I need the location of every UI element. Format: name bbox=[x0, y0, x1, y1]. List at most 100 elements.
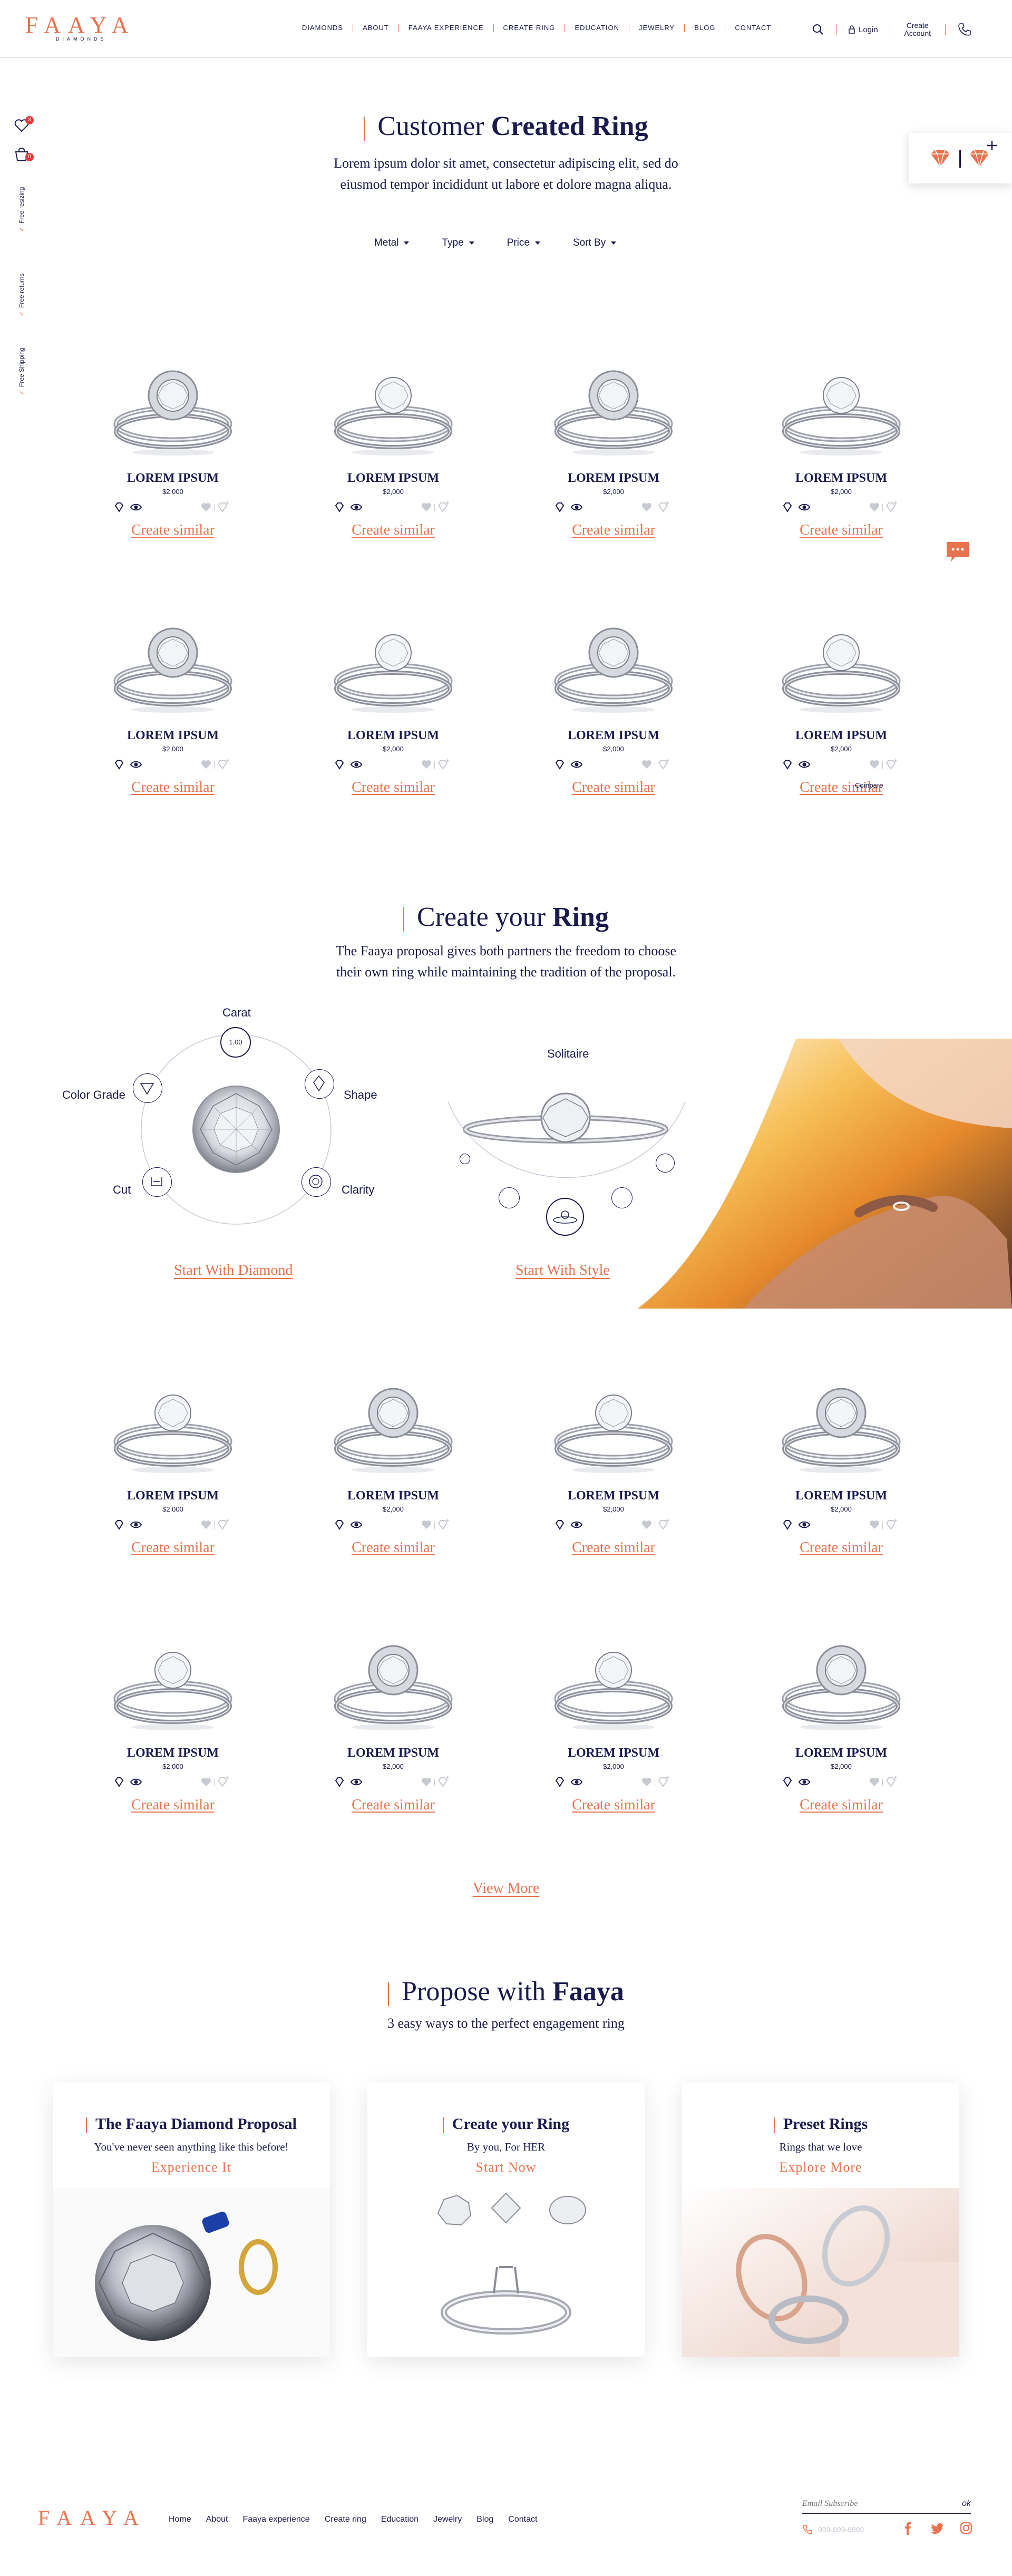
product-card[interactable]: LOREM IPSUM $2,000 Create similar bbox=[529, 612, 698, 822]
diamond-outline-icon[interactable] bbox=[782, 1519, 793, 1530]
eye-icon[interactable] bbox=[130, 759, 142, 770]
ring-image[interactable] bbox=[330, 1629, 456, 1735]
eye-icon[interactable] bbox=[130, 502, 142, 512]
eye-icon[interactable] bbox=[798, 1777, 811, 1787]
diamond-outline-icon[interactable] bbox=[334, 502, 345, 512]
create-similar-link[interactable]: Create similar bbox=[757, 1797, 926, 1814]
footer-link-blog[interactable]: Blog bbox=[476, 2515, 493, 2524]
compare-diamond-icon[interactable] bbox=[886, 1518, 899, 1530]
ring-image[interactable] bbox=[330, 1372, 456, 1477]
ring-image[interactable] bbox=[110, 612, 236, 717]
compare-diamond-icon[interactable] bbox=[437, 1776, 451, 1787]
heart-icon[interactable] bbox=[421, 759, 432, 770]
heart-icon[interactable] bbox=[421, 502, 432, 512]
diamond-outline-icon[interactable] bbox=[334, 759, 345, 770]
create-similar-link[interactable]: Create similar bbox=[757, 779, 926, 796]
color-grade-option[interactable] bbox=[133, 1073, 162, 1103]
create-similar-link[interactable]: Create similar bbox=[309, 1797, 478, 1814]
filter-type[interactable]: Type bbox=[442, 237, 474, 249]
compare-diamond-icon[interactable] bbox=[437, 1518, 451, 1530]
footer-link-contact[interactable]: Contact bbox=[508, 2515, 537, 2524]
nav-about[interactable]: ABOUT bbox=[353, 24, 398, 32]
heart-icon[interactable] bbox=[421, 1519, 432, 1530]
proposal-card-preset-rings[interactable]: Preset Rings Rings that we love Explore … bbox=[682, 2083, 959, 2357]
start-with-diamond-link[interactable]: Start With Diamond bbox=[174, 1262, 293, 1279]
eye-icon[interactable] bbox=[570, 1777, 583, 1787]
footer-link-about[interactable]: About bbox=[206, 2515, 228, 2524]
product-card[interactable]: LOREM IPSUM $2,000 Create similar bbox=[757, 1629, 926, 1840]
product-card[interactable]: LOREM IPSUM $2,000 Create similar bbox=[529, 1629, 698, 1840]
create-similar-link[interactable]: Create similar bbox=[529, 522, 698, 539]
ring-image[interactable] bbox=[330, 612, 456, 717]
ring-image[interactable] bbox=[778, 354, 904, 460]
proposal-card-create-ring[interactable]: Create your Ring By you, For HER Start N… bbox=[367, 2083, 645, 2357]
ring-image[interactable] bbox=[550, 612, 677, 717]
heart-icon[interactable] bbox=[200, 759, 212, 770]
compare-diamond-icon[interactable] bbox=[217, 501, 231, 512]
footer-link-create-ring[interactable]: Create ring bbox=[325, 2515, 366, 2524]
eye-icon[interactable] bbox=[350, 1519, 363, 1530]
eye-icon[interactable] bbox=[350, 759, 363, 770]
filter-metal[interactable]: Metal bbox=[374, 237, 410, 249]
heart-icon[interactable] bbox=[200, 1519, 212, 1530]
brand-logo[interactable]: FAAYA DIAMONDS bbox=[25, 12, 135, 42]
start-now-link[interactable]: Start Now bbox=[367, 2159, 645, 2175]
email-subscribe-input[interactable] bbox=[802, 2496, 939, 2512]
product-card[interactable]: LOREM IPSUM $2,000 Create similar bbox=[757, 354, 926, 565]
login-button[interactable]: Login bbox=[848, 25, 878, 34]
product-card[interactable]: LOREM IPSUM $2,000 Create similar bbox=[309, 1372, 478, 1583]
eye-icon[interactable] bbox=[570, 1519, 583, 1530]
product-card[interactable]: LOREM IPSUM $2,000 Create similar bbox=[89, 612, 257, 822]
style-option-4[interactable] bbox=[611, 1187, 632, 1208]
create-similar-link[interactable]: Create similar bbox=[309, 522, 478, 539]
ring-image[interactable] bbox=[550, 354, 677, 460]
footer-logo[interactable]: FAAYA bbox=[38, 2505, 147, 2530]
facebook-icon[interactable] bbox=[902, 2522, 913, 2535]
explore-more-link[interactable]: Explore More bbox=[682, 2159, 959, 2175]
create-similar-link[interactable]: Create similar bbox=[89, 522, 257, 539]
nav-contact[interactable]: CONTACT bbox=[725, 24, 781, 32]
search-icon[interactable] bbox=[812, 23, 824, 36]
twitter-icon[interactable] bbox=[931, 2523, 943, 2534]
diamond-outline-icon[interactable] bbox=[554, 759, 565, 770]
eye-icon[interactable] bbox=[798, 759, 811, 770]
product-card[interactable]: LOREM IPSUM $2,000 Create similar bbox=[89, 354, 257, 565]
nav-blog[interactable]: BLOG bbox=[684, 24, 725, 32]
compare-diamond-icon[interactable] bbox=[886, 758, 899, 770]
heart-icon[interactable] bbox=[641, 1777, 653, 1787]
heart-icon[interactable] bbox=[641, 759, 653, 770]
diamond-outline-icon[interactable] bbox=[554, 1777, 565, 1787]
diamond-outline-icon[interactable] bbox=[782, 1777, 793, 1787]
ring-image[interactable] bbox=[330, 354, 456, 460]
create-similar-link[interactable]: Create similar bbox=[529, 1797, 698, 1814]
compare-diamond-icon[interactable] bbox=[217, 1776, 231, 1787]
compare-label[interactable]: Compare bbox=[855, 781, 883, 789]
diamond-outline-icon[interactable] bbox=[334, 1519, 345, 1530]
heart-icon[interactable] bbox=[869, 1777, 880, 1787]
start-with-style-link[interactable]: Start With Style bbox=[515, 1262, 610, 1279]
experience-it-link[interactable]: Experience It bbox=[53, 2159, 330, 2175]
eye-icon[interactable] bbox=[570, 502, 583, 512]
diamond-outline-icon[interactable] bbox=[782, 502, 793, 512]
create-similar-link[interactable]: Create similar bbox=[309, 779, 478, 796]
create-similar-link[interactable]: Create similar bbox=[757, 522, 926, 539]
compare-diamond-icon[interactable] bbox=[886, 501, 899, 512]
heart-icon[interactable] bbox=[869, 502, 880, 512]
create-similar-link[interactable]: Create similar bbox=[529, 779, 698, 796]
compare-diamond-icon[interactable] bbox=[658, 501, 672, 512]
ring-image[interactable] bbox=[550, 1372, 677, 1477]
heart-icon[interactable] bbox=[869, 1519, 880, 1530]
filter-sort-by[interactable]: Sort By bbox=[573, 237, 617, 249]
product-card[interactable]: LOREM IPSUM $2,000 Create similar bbox=[309, 612, 478, 822]
view-more-link[interactable]: View More bbox=[0, 1880, 1012, 1897]
ring-image[interactable] bbox=[778, 612, 904, 717]
heart-icon[interactable] bbox=[421, 1777, 432, 1787]
product-card[interactable]: LOREM IPSUM $2,000 Create similar bbox=[529, 354, 698, 565]
diamond-outline-icon[interactable] bbox=[114, 1777, 124, 1787]
diamond-outline-icon[interactable] bbox=[782, 759, 793, 770]
ring-image[interactable] bbox=[110, 354, 236, 460]
diamond-outline-icon[interactable] bbox=[114, 1519, 124, 1530]
compare-diamond-icon[interactable] bbox=[658, 758, 672, 770]
compare-diamond-icon[interactable] bbox=[658, 1518, 672, 1530]
ring-image[interactable] bbox=[110, 1629, 236, 1735]
